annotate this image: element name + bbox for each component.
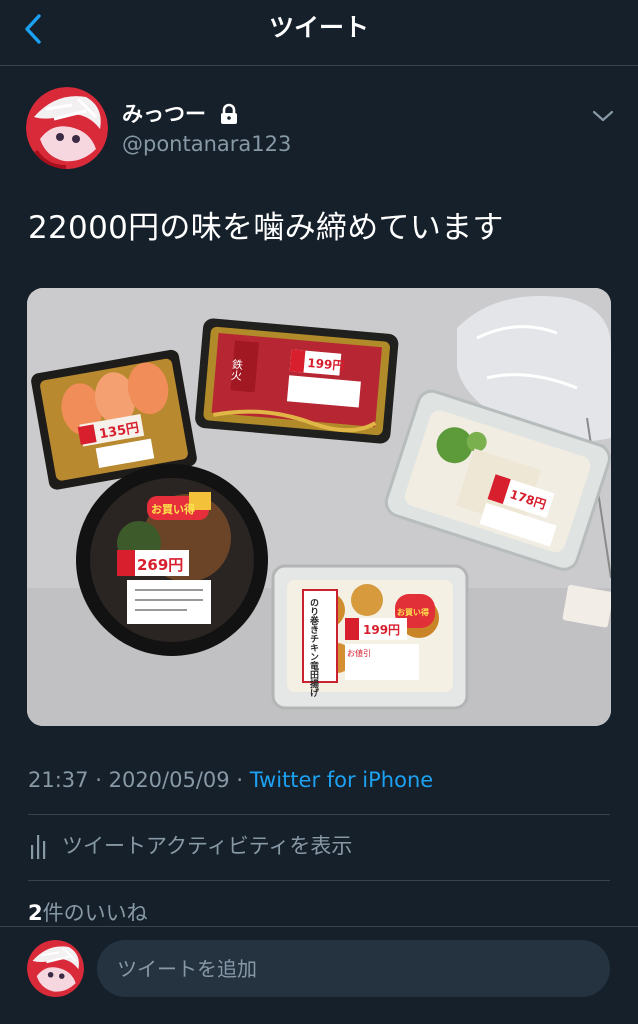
tweet-photo[interactable]: 135円 鉄火 199円 178円 お買い得 269円 のり巻きチキン竜田揚げ … [27, 288, 611, 726]
tweet-metadata: 21:37 · 2020/05/09 · Twitter for iPhone [28, 765, 433, 795]
tweet-activity-label: ツイートアクティビティを表示 [62, 834, 353, 858]
tempura-sticker: お買い得 [397, 607, 429, 617]
meta-separator: · [95, 768, 102, 792]
divider [28, 880, 610, 881]
meta-separator: · [236, 768, 244, 792]
tweet-time: 21:37 [28, 768, 89, 792]
likes-number: 2 [28, 901, 43, 925]
tweet-source-link[interactable]: Twitter for iPhone [250, 768, 434, 792]
tempura-price-label: 199円 [363, 623, 400, 637]
reply-input[interactable] [97, 940, 610, 997]
tuna-label: 鉄火 [229, 357, 244, 381]
bowl-sticker: お買い得 [151, 502, 195, 516]
discount-tag: お値引 [347, 648, 371, 658]
nav-bar: ツイート [0, 0, 638, 66]
bar-chart-icon [31, 835, 46, 859]
tempura-title: のり巻きチキン竜田揚げ [308, 598, 320, 698]
avatar[interactable] [26, 87, 108, 169]
reply-compose-bar [0, 926, 638, 1024]
likes-label: 件のいいね [42, 901, 148, 925]
bowl-price-label: 269円 [137, 556, 183, 574]
lock-icon [221, 103, 237, 124]
avatar[interactable] [27, 940, 84, 997]
chevron-down-icon[interactable] [591, 104, 615, 128]
tweet-activity-button[interactable]: ツイートアクティビティを表示 [28, 830, 610, 862]
page-title: ツイート [268, 13, 369, 42]
divider [28, 814, 610, 815]
user-handle[interactable]: @pontanara123 [122, 130, 291, 158]
likes-count[interactable]: 2件のいいね [28, 898, 148, 928]
display-name[interactable]: みっつー [122, 100, 206, 128]
tweet-date: 2020/05/09 [108, 768, 230, 792]
tweet-text: 22000円の味を噛み締めています [28, 210, 504, 246]
